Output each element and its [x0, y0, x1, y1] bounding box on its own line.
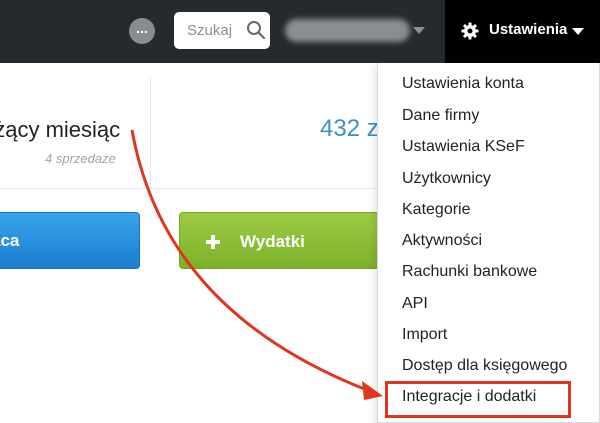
income-button[interactable]: ąca — [0, 212, 140, 269]
search-input[interactable]: Szukaj — [187, 22, 232, 39]
menu-item-import[interactable]: Import — [402, 326, 447, 344]
top-navbar: ... Szukaj Ustawienia — [0, 0, 600, 63]
expenses-button-label: Wydatki — [240, 232, 305, 251]
plus-icon — [206, 235, 220, 249]
search-box[interactable]: Szukaj — [174, 12, 270, 49]
search-icon[interactable] — [246, 20, 266, 40]
settings-label: Ustawienia — [489, 21, 568, 38]
settings-button[interactable]: Ustawienia — [445, 0, 600, 63]
menu-item-users[interactable]: Użytkownicy — [402, 170, 491, 188]
sales-count: 4 sprzedaże — [45, 151, 116, 166]
annotation-highlight-box — [385, 381, 571, 418]
expenses-button[interactable]: Wydatki — [179, 212, 379, 269]
stats-divider — [150, 78, 151, 188]
menu-item-ksef-settings[interactable]: Ustawienia KSeF — [402, 138, 525, 156]
period-label: eżący miesiąc — [0, 117, 121, 142]
caret-down-icon — [572, 28, 584, 35]
menu-item-categories[interactable]: Kategorie — [402, 201, 471, 219]
amount-value: 432 z — [320, 115, 379, 142]
user-account-name[interactable] — [285, 19, 410, 42]
income-button-label: ąca — [0, 231, 20, 250]
menu-item-company-data[interactable]: Dane firmy — [402, 107, 479, 125]
more-options-button[interactable]: ... — [129, 18, 155, 44]
menu-item-api[interactable]: API — [402, 295, 428, 313]
menu-item-accountant-access[interactable]: Dostęp dla księgowego — [402, 357, 567, 375]
menu-item-activities[interactable]: Aktywności — [402, 232, 482, 250]
settings-dropdown-menu: Ustawienia konta Dane firmy Ustawienia K… — [377, 63, 600, 423]
user-caret-icon[interactable] — [413, 27, 425, 34]
menu-item-bank-accounts[interactable]: Rachunki bankowe — [402, 263, 537, 281]
menu-item-account-settings[interactable]: Ustawienia konta — [402, 75, 524, 93]
gear-icon — [461, 22, 479, 40]
